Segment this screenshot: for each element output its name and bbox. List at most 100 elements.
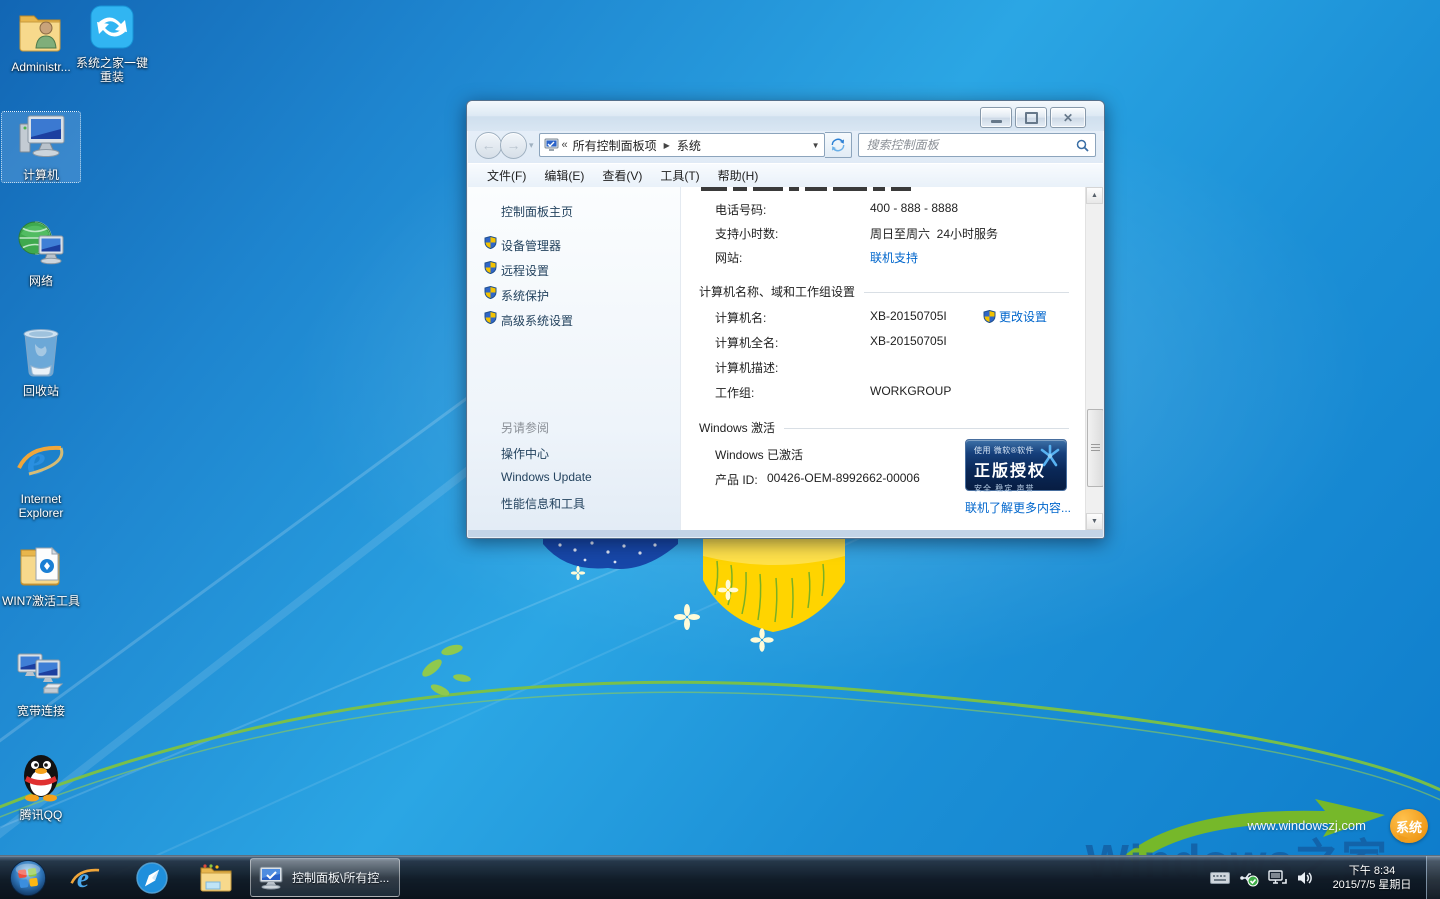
swap-arrows-icon xyxy=(89,4,135,50)
workgroup-label: 工作组: xyxy=(715,384,754,401)
computer-name-value: XB-20150705I xyxy=(870,309,947,323)
refresh-button[interactable] xyxy=(825,132,852,158)
input-method-keyboard-icon[interactable] xyxy=(1210,871,1230,885)
breadcrumb-overflow-icon[interactable]: « xyxy=(562,139,568,151)
maximize-button[interactable] xyxy=(1015,107,1047,128)
computer-name-section-title: 计算机名称、域和工作组设置 xyxy=(699,283,855,300)
clock-time: 下午 8:34 xyxy=(1324,864,1420,878)
scrollbar[interactable]: ▲ ▼ xyxy=(1085,187,1103,530)
sidebar-windows-update[interactable]: Windows Update xyxy=(501,470,592,484)
network-status-icon[interactable] xyxy=(1268,870,1288,886)
uac-shield-icon xyxy=(484,236,497,249)
sidebar-system-protection[interactable]: 系统保护 xyxy=(501,287,549,304)
change-settings-link[interactable]: 更改设置 xyxy=(999,308,1047,325)
recent-pages-icon[interactable]: ▾ xyxy=(529,140,534,151)
desktop-icon-network[interactable]: 网络 xyxy=(2,218,80,288)
menu-help[interactable]: 帮助(H) xyxy=(709,167,768,184)
computer-name-section-header: 计算机名称、域和工作组设置 xyxy=(699,283,1069,300)
desktop-icon-win7-activator[interactable]: WIN7激活工具 xyxy=(2,540,80,608)
menu-edit[interactable]: 编辑(E) xyxy=(535,167,593,184)
sidebar: 控制面板主页 设备管理器 远程设置 系统保护 高级系统设置 另请参阅 操作中心 … xyxy=(468,187,681,530)
desktop-icon-recycle-bin[interactable]: 回收站 xyxy=(2,326,80,398)
minimize-button[interactable] xyxy=(980,107,1012,128)
address-dropdown-icon[interactable]: ▼ xyxy=(812,141,820,150)
taskbar-ie-button[interactable]: e xyxy=(64,858,108,898)
desktop-icon-xitongzhijia[interactable]: 系统之家一键重装 xyxy=(76,4,148,84)
menu-bar: 文件(F) 编辑(E) 查看(V) 工具(T) 帮助(H) xyxy=(468,163,1103,188)
recycle-bin-icon xyxy=(17,326,65,378)
learn-more-online-link[interactable]: 联机了解更多内容... xyxy=(965,499,1071,516)
phone-label: 电话号码: xyxy=(715,201,766,218)
scroll-down-button[interactable]: ▼ xyxy=(1086,513,1103,530)
svg-text:e: e xyxy=(77,863,89,893)
taskbar-clock[interactable]: 下午 8:34 2015/7/5 星期日 xyxy=(1324,864,1420,892)
watermark-bubble: 系统 xyxy=(1390,809,1428,843)
breadcrumb-system[interactable]: 系统 xyxy=(677,137,701,154)
sidebar-advanced-settings[interactable]: 高级系统设置 xyxy=(501,312,573,329)
svg-text:e: e xyxy=(27,438,46,484)
desktop-icon-computer[interactable]: 计算机 xyxy=(2,112,80,182)
sidebar-remote-settings[interactable]: 远程设置 xyxy=(501,262,549,279)
start-button[interactable] xyxy=(6,858,50,898)
folder-document-icon xyxy=(16,540,66,588)
ie-icon: e xyxy=(69,861,103,895)
taskbar-control-panel-task[interactable]: 控制面板\所有控... xyxy=(250,858,400,897)
desktop-icon-broadband[interactable]: 宽带连接 xyxy=(2,648,80,718)
badge-line3: 安全 稳定 声誉 xyxy=(974,483,1058,494)
sidebar-action-center[interactable]: 操作中心 xyxy=(501,445,549,462)
clipped-text-row xyxy=(701,187,931,191)
sidebar-control-panel-home[interactable]: 控制面板主页 xyxy=(501,203,573,220)
forward-icon: → xyxy=(507,137,521,153)
phone-value: 400 - 888 - 8888 xyxy=(870,201,958,215)
system-page-icon xyxy=(544,138,559,152)
close-button[interactable]: ✕ xyxy=(1050,107,1086,128)
sidebar-performance-tools[interactable]: 性能信息和工具 xyxy=(501,495,585,512)
taskbar-browser-button[interactable] xyxy=(130,858,174,898)
show-desktop-button[interactable] xyxy=(1426,856,1440,899)
address-bar[interactable]: « 所有控制面板项 ▶ 系统 ▼ xyxy=(539,133,825,157)
forward-button[interactable]: → xyxy=(500,132,527,159)
computer-description-row: 计算机描述: xyxy=(715,359,1065,377)
volume-icon[interactable] xyxy=(1297,870,1315,886)
menu-view[interactable]: 查看(V) xyxy=(593,167,651,184)
uac-shield-icon xyxy=(484,286,497,299)
menu-file[interactable]: 文件(F) xyxy=(478,167,535,184)
scrollbar-thumb[interactable] xyxy=(1087,409,1103,487)
taskbar-explorer-button[interactable] xyxy=(194,858,238,898)
desktop-icon-internet-explorer[interactable]: e Internet Explorer xyxy=(2,434,80,520)
activation-status: Windows 已激活 xyxy=(715,446,803,463)
task-button-label: 控制面板\所有控... xyxy=(292,869,389,886)
sidebar-device-manager[interactable]: 设备管理器 xyxy=(501,237,561,254)
system-task-icon xyxy=(259,866,285,890)
close-icon: ✕ xyxy=(1063,112,1073,124)
system-tray: 下午 8:34 2015/7/5 星期日 xyxy=(1210,856,1440,899)
workgroup-row: 工作组: WORKGROUP xyxy=(715,384,1065,402)
search-box[interactable] xyxy=(858,133,1096,157)
desktop-icon-administrator[interactable]: Administr... xyxy=(2,6,80,74)
refresh-icon xyxy=(831,138,845,152)
clock-date: 2015/7/5 星期日 xyxy=(1324,878,1420,892)
desktop[interactable]: www.windowszj.com Windows之家 系统 Administr… xyxy=(0,0,1440,899)
desktop-icon-qq[interactable]: 腾讯QQ xyxy=(2,750,80,822)
back-button[interactable]: ← xyxy=(475,132,502,159)
sidebar-see-also-header: 另请参阅 xyxy=(501,419,549,436)
search-input[interactable] xyxy=(865,137,1076,153)
computer-description-label: 计算机描述: xyxy=(715,359,778,376)
product-id-label: 产品 ID: xyxy=(715,471,758,488)
desktop-icon-label: 回收站 xyxy=(2,384,80,398)
safely-remove-hardware-icon[interactable] xyxy=(1239,869,1259,887)
breadcrumb-all-items[interactable]: 所有控制面板项 xyxy=(573,137,657,154)
computer-name-label: 计算机名: xyxy=(715,309,766,326)
broadband-connection-icon xyxy=(14,648,68,698)
genuine-software-badge[interactable]: 使用 微软®软件 正版授权 安全 稳定 声誉 xyxy=(965,439,1067,491)
menu-tools[interactable]: 工具(T) xyxy=(651,167,708,184)
computer-fullname-label: 计算机全名: xyxy=(715,334,778,351)
system-window: ✕ ← → ▾ « 所有控制面板项 ▶ 系统 ▼ xyxy=(466,100,1105,539)
scroll-down-icon: ▼ xyxy=(1091,518,1098,525)
online-support-link[interactable]: 联机支持 xyxy=(870,249,918,266)
scroll-up-button[interactable]: ▲ xyxy=(1086,187,1103,204)
folder-icon xyxy=(198,862,234,894)
back-icon: ← xyxy=(482,137,496,153)
maximize-icon xyxy=(1025,112,1038,124)
desktop-icon-label: Administr... xyxy=(2,60,80,74)
